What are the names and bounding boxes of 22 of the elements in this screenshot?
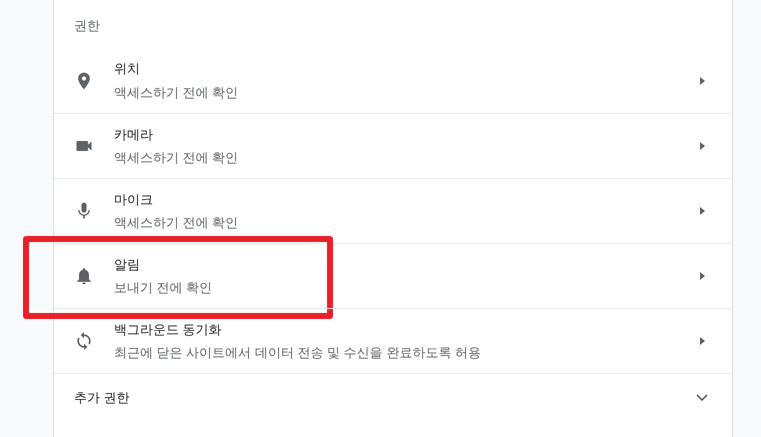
arrow-right-icon xyxy=(698,336,706,346)
permission-row[interactable]: 위치 액세스하기 전에 확인 xyxy=(54,48,732,113)
permission-description: 보내기 전에 확인 xyxy=(114,279,214,297)
permission-title: 백그라운드 동기화 xyxy=(114,320,223,338)
permission-title: 마이크 xyxy=(114,190,154,208)
permission-row[interactable]: 카메라 액세스하기 전에 확인 xyxy=(54,113,732,178)
arrow-right-icon xyxy=(698,206,706,216)
permission-title: 알림 xyxy=(114,256,141,274)
section-title: 권한 xyxy=(74,17,100,36)
arrow-right-icon xyxy=(698,141,706,151)
permission-description: 액세스하기 전에 확인 xyxy=(114,149,240,167)
permission-title: 위치 xyxy=(114,60,141,78)
additional-permissions-row[interactable]: 추가 권한 xyxy=(54,373,732,421)
permission-row[interactable]: 마이크 액세스하기 전에 확인 xyxy=(54,178,732,243)
permission-row[interactable]: 백그라운드 동기화 최근에 닫은 사이트에서 데이터 전송 및 수신을 완료하도록 허용 xyxy=(54,308,732,373)
permission-description: 최근에 닫은 사이트에서 데이터 전송 및 수신을 완료하도록 허용 xyxy=(114,344,482,362)
permission-title: 카메라 xyxy=(114,126,154,144)
permission-row[interactable]: 알림 보내기 전에 확인 xyxy=(54,243,732,308)
permission-description: 액세스하기 전에 확인 xyxy=(114,84,240,102)
permission-description: 액세스하기 전에 확인 xyxy=(114,214,240,232)
arrow-right-icon xyxy=(698,271,706,281)
arrow-right-icon xyxy=(698,76,706,86)
